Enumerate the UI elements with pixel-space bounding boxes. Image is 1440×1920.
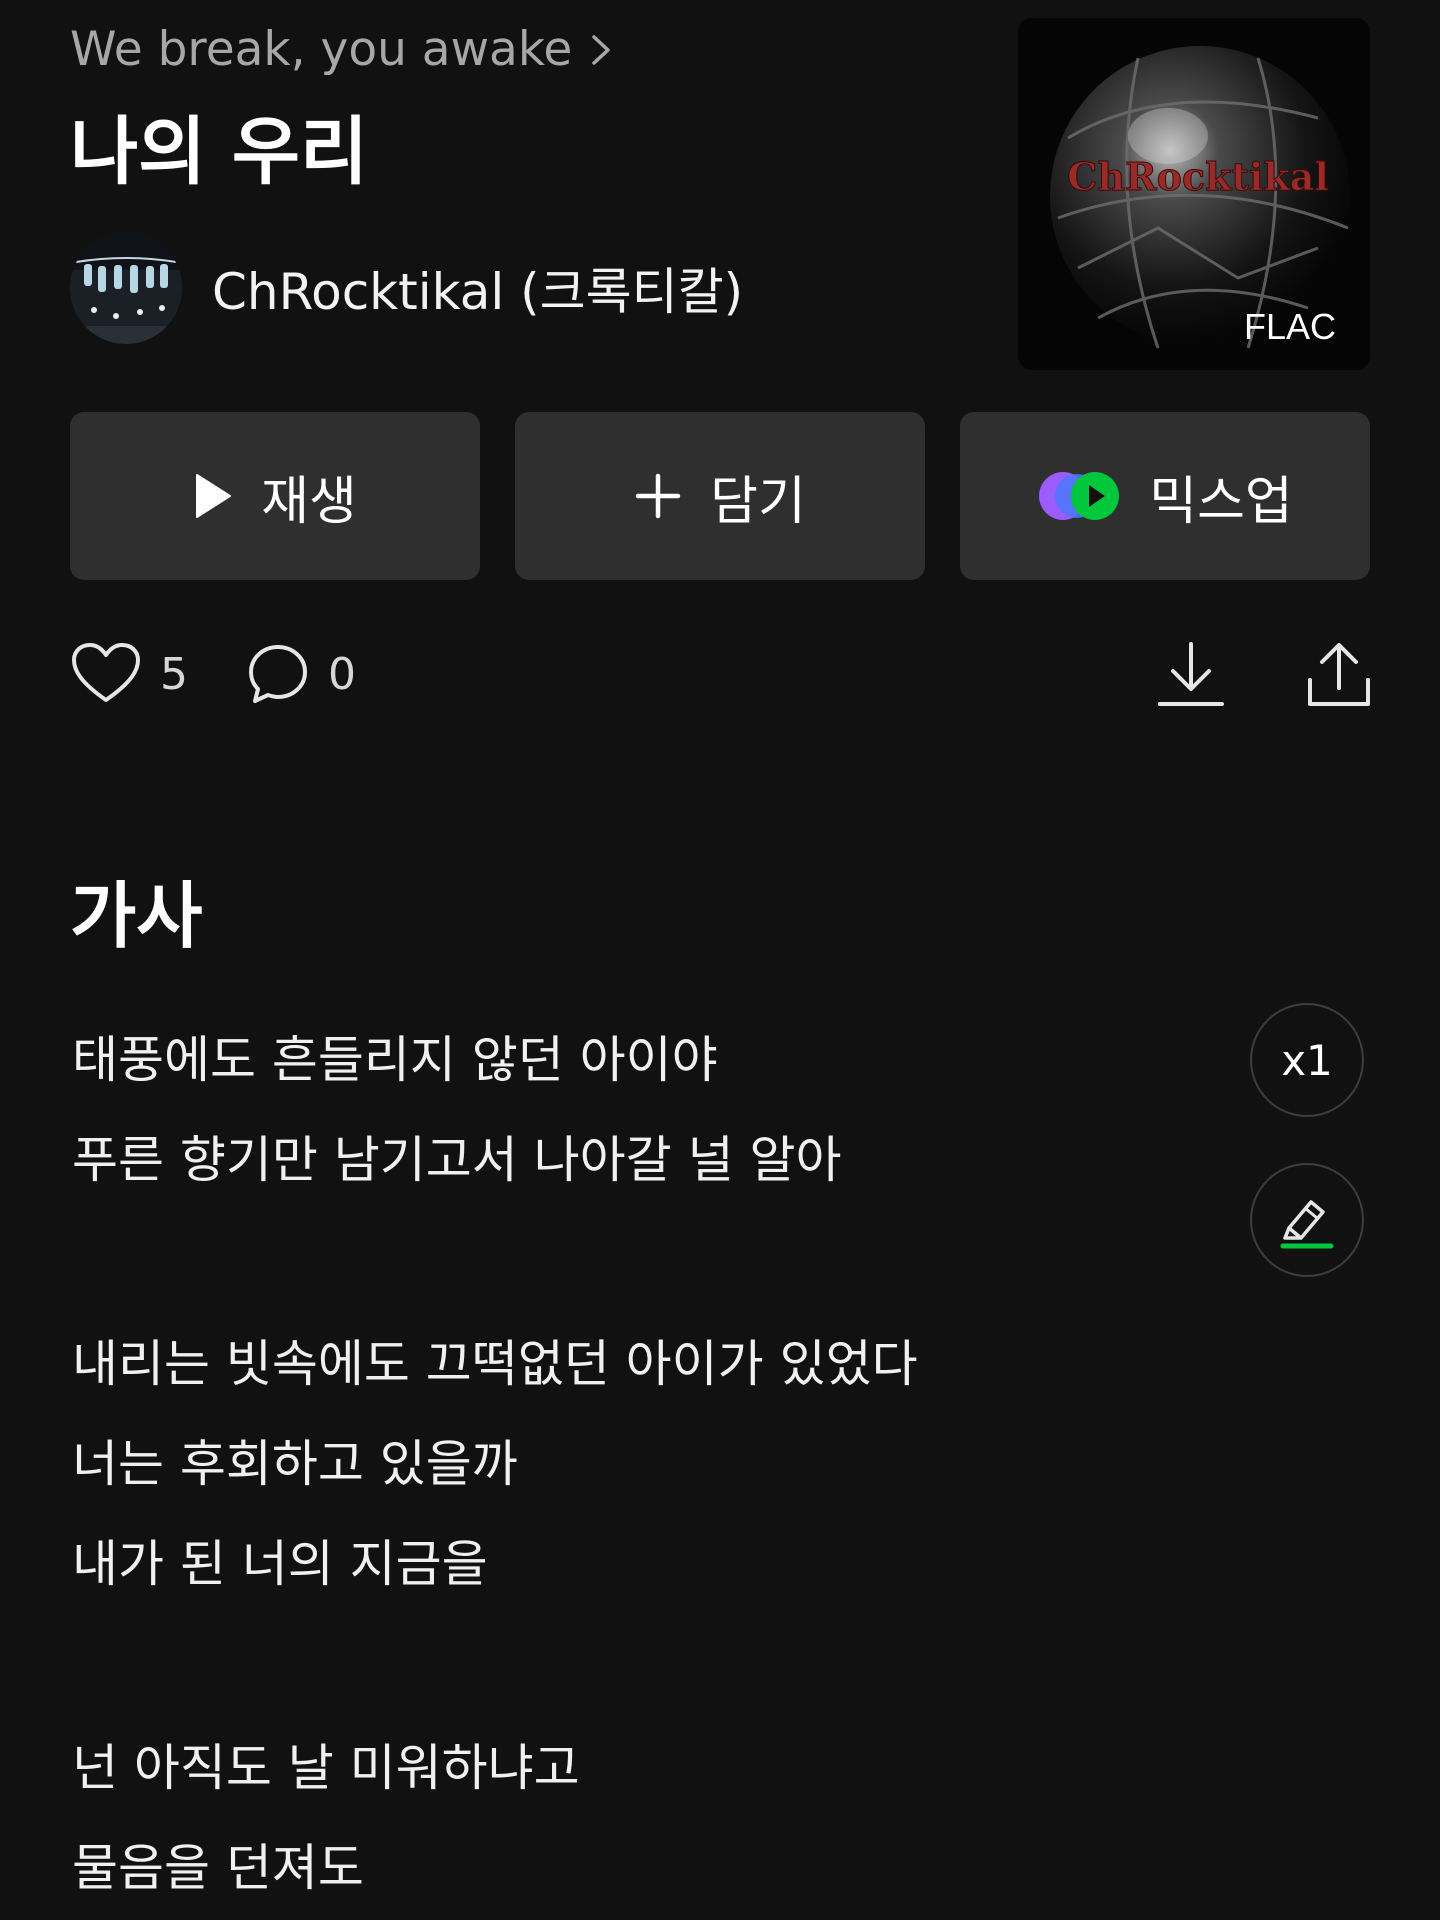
cover-art-text: ChRocktikal [1067,154,1329,199]
chevron-right-icon [592,35,611,65]
lyric-line: 물음을 던져도 [72,1839,364,1897]
comment-count: 0 [328,648,356,700]
song-title: 나의 우리 [70,109,369,195]
mixup-label: 믹스업 [1149,471,1293,532]
album-name: We break, you awake [70,22,573,77]
play-label: 재생 [261,471,357,532]
comment-icon [249,645,307,703]
action-buttons: 재생 담기 믹스업 [70,412,1370,580]
lyric-line: 내가 된 너의 지금을 [72,1535,488,1593]
heart-icon [72,643,140,702]
highlight-button[interactable] [1250,1163,1364,1277]
lyric-line: 태풍에도 흔들리지 않던 아이야 [72,1031,718,1089]
artist-name: ChRocktikal (크록티칼) [212,263,744,321]
plus-icon [635,473,681,519]
like-count: 5 [160,648,188,700]
stats-row: 5 0 [70,638,1370,710]
stanza-gap [72,1614,1222,1718]
album-link[interactable]: We break, you awake [70,18,616,82]
mixup-button[interactable]: 믹스업 [960,412,1370,580]
quality-badge: FLAC [1243,306,1336,347]
speed-label: x1 [1281,1035,1333,1085]
add-button[interactable]: 담기 [515,412,925,580]
play-icon [196,474,232,518]
artist-avatar[interactable] [70,232,182,344]
like-button[interactable]: 5 [70,638,188,710]
play-button[interactable]: 재생 [70,412,480,580]
stanza-gap [72,1210,1222,1314]
add-label: 담기 [710,471,806,532]
lyrics-body: 태풍에도 흔들리지 않던 아이야 푸른 향기만 남기고서 나아갈 널 알아 내리… [72,1010,1222,1918]
download-button[interactable] [1148,638,1234,724]
mixup-icon [1039,472,1120,520]
artist-link[interactable]: ChRocktikal (크록티칼) [70,232,743,344]
lyrics-heading: 가사 [70,874,203,958]
album-cover[interactable]: ChRocktikal FLAC [1018,18,1370,370]
share-icon [1308,643,1370,706]
lyric-line: 내리는 빗속에도 끄떡없던 아이가 있었다 [72,1335,918,1393]
lyric-line: 푸른 향기만 남기고서 나아갈 널 알아 [72,1131,842,1189]
highlighter-icon [1280,1200,1334,1249]
comment-button[interactable]: 0 [246,638,356,710]
lyric-line: 넌 아직도 날 미워하냐고 [72,1739,580,1797]
download-icon [1158,642,1224,706]
share-button[interactable] [1296,638,1382,724]
lyrics-speed-button[interactable]: x1 [1250,1003,1364,1117]
lyric-line: 너는 후회하고 있을까 [72,1435,518,1493]
